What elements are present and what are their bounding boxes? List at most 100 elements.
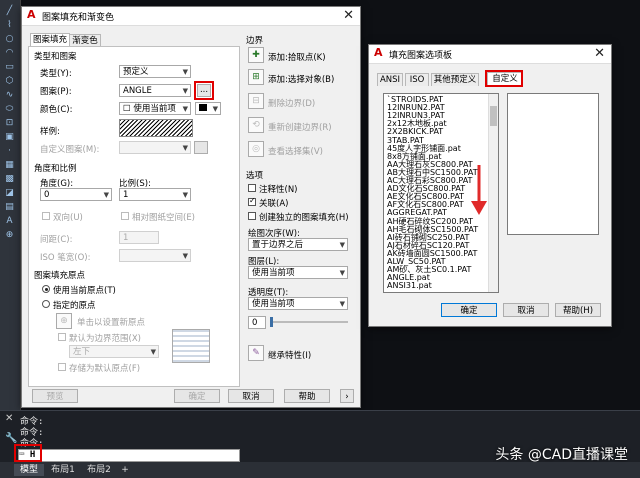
relative-paper-label: 相对图纸空间(E)	[132, 213, 196, 223]
pick-points-icon[interactable]: ✚	[248, 47, 264, 63]
store-default-checkbox[interactable]	[58, 363, 66, 371]
tab-layout1[interactable]: 布局1	[48, 464, 78, 476]
add-layout-button[interactable]: +	[118, 464, 132, 476]
pattern-swatch[interactable]	[119, 119, 193, 137]
spacing-input[interactable]: 1	[119, 231, 159, 244]
tab-model[interactable]: 模型	[14, 464, 44, 476]
inherit-icon[interactable]: ✎	[248, 345, 264, 361]
layer-select[interactable]: 使用当前项 ▼	[248, 266, 348, 279]
scroll-thumb[interactable]	[490, 106, 497, 126]
palette-cancel-button[interactable]: 取消	[503, 303, 549, 317]
ellipse-icon[interactable]: ⬭	[3, 104, 16, 115]
palette-help-button[interactable]: 帮助(H)	[555, 303, 601, 317]
group-type-pattern: 类型和图案	[34, 52, 77, 62]
view-selections-icon[interactable]: ◎	[248, 141, 264, 157]
ok-button[interactable]: 确定	[174, 389, 220, 403]
recreate-boundary-button[interactable]: 重新创建边界(R)	[268, 121, 332, 133]
associative-checkbox[interactable]: ✓	[248, 196, 256, 206]
separate-hatches-checkbox[interactable]	[248, 212, 256, 220]
arc-icon[interactable]: ◠	[3, 48, 16, 59]
select-objects-icon[interactable]: ⊞	[248, 69, 264, 85]
draw-order-select[interactable]: 置于边界之后 ▼	[248, 238, 348, 251]
extent-position-select[interactable]: 左下 ▼	[69, 345, 159, 358]
close-icon[interactable]: ✕	[594, 46, 605, 61]
use-current-origin-radio[interactable]	[42, 285, 50, 293]
group-origin: 图案填充原点	[34, 271, 86, 281]
spacing-value: 1	[123, 233, 129, 243]
expand-button[interactable]: ›	[340, 389, 354, 403]
relative-paper-checkbox[interactable]	[121, 212, 129, 220]
extent-position-value: 左下	[73, 347, 91, 357]
line-icon[interactable]: ╱	[3, 6, 16, 17]
close-icon[interactable]: ✕	[343, 8, 354, 23]
hatch-icon[interactable]: ▦	[3, 160, 16, 171]
remove-boundaries-button[interactable]: 删除边界(D)	[268, 97, 315, 109]
region-icon[interactable]: ◪	[3, 188, 16, 199]
help-button[interactable]: 帮助	[284, 389, 330, 403]
down-arrow-annotation	[471, 165, 487, 215]
point-icon[interactable]: ·	[3, 146, 16, 157]
cancel-button[interactable]: 取消	[228, 389, 274, 403]
type-select[interactable]: 预定义 ▼	[119, 65, 191, 78]
chevron-down-icon: ▼	[212, 105, 218, 113]
table-icon[interactable]: ▤	[3, 202, 16, 213]
specified-origin-radio[interactable]	[42, 300, 50, 308]
circle-icon[interactable]: ○	[3, 34, 16, 45]
inherit-properties-button[interactable]: 继承特性(I)	[268, 349, 311, 361]
autocad-logo-icon: A	[27, 8, 36, 21]
spline-icon[interactable]: ∿	[3, 90, 16, 101]
recreate-boundary-icon[interactable]: ⟲	[248, 117, 264, 133]
insert-icon[interactable]: ⊡	[3, 118, 16, 129]
tab-iso[interactable]: ISO	[405, 73, 429, 86]
block-icon[interactable]: ▣	[3, 132, 16, 143]
tab-other-predefined[interactable]: 其他预定义	[431, 73, 479, 86]
command-input[interactable]: ⌨ H	[18, 449, 240, 462]
pattern-palette-dialog: A 填充图案选项板 ✕ ANSI ISO 其他预定义 自定义 `STROIDS.…	[368, 44, 612, 327]
close-icon[interactable]: ✕	[5, 413, 13, 424]
color-select[interactable]: ☐ 使用当前项 ▼	[119, 102, 191, 115]
chevron-down-icon: ▼	[339, 241, 345, 249]
tab-layout2[interactable]: 布局2	[84, 464, 114, 476]
hatch-titlebar[interactable]: A 图案填充和渐变色 ✕	[22, 7, 360, 26]
text-icon[interactable]: A	[3, 216, 16, 227]
polygon-icon[interactable]: ⬡	[3, 76, 16, 87]
view-selections-button[interactable]: 查看选择集(V)	[268, 145, 323, 157]
scale-select[interactable]: 1 ▼	[119, 188, 191, 201]
double-checkbox[interactable]	[42, 212, 50, 220]
polyline-icon[interactable]: ⌇	[3, 20, 16, 31]
transparency-select[interactable]: 使用当前项 ▼	[248, 297, 348, 310]
palette-ok-button[interactable]: 确定	[441, 303, 497, 317]
bg-color-select[interactable]: ▼	[195, 102, 221, 115]
annotative-checkbox[interactable]	[248, 184, 256, 192]
preview-button[interactable]: 预览	[32, 389, 78, 403]
pattern-select[interactable]: ANGLE ▼	[119, 84, 191, 97]
add-pick-points-button[interactable]: 添加:拾取点(K)	[268, 51, 326, 63]
gradient-icon[interactable]: ▩	[3, 174, 16, 185]
palette-titlebar[interactable]: A 填充图案选项板 ✕	[369, 45, 611, 64]
add-selected-icon[interactable]: ⊕	[3, 230, 16, 241]
transparency-input[interactable]: 0	[248, 316, 266, 329]
highlight-browse	[194, 81, 214, 100]
pattern-label: 图案(P):	[40, 87, 72, 97]
color-checkbox-icon: ☐	[123, 104, 134, 114]
list-scrollbar[interactable]	[488, 94, 498, 292]
angle-select[interactable]: 0 ▼	[40, 188, 112, 201]
pattern-value: ANGLE	[123, 86, 152, 96]
pick-origin-icon[interactable]: ⊕	[56, 313, 72, 329]
transparency-slider[interactable]	[270, 317, 348, 327]
autocad-logo-icon: A	[374, 46, 383, 59]
add-select-objects-button[interactable]: 添加:选择对象(B)	[268, 73, 334, 85]
tab-ansi[interactable]: ANSI	[377, 73, 403, 86]
iso-pen-select[interactable]: ▼	[119, 249, 191, 262]
slider-thumb[interactable]	[270, 317, 273, 327]
remove-boundaries-icon[interactable]: ⊟	[248, 93, 264, 109]
type-label: 类型(Y):	[40, 69, 72, 79]
rectangle-icon[interactable]: ▭	[3, 62, 16, 73]
wrench-icon[interactable]: 🔧	[5, 433, 17, 444]
custom-browse-button[interactable]	[194, 141, 208, 154]
pattern-list-item[interactable]: ANSI31.pat	[387, 282, 432, 290]
tab-hatch[interactable]: 图案填充	[30, 33, 70, 47]
store-default-label: 存储为默认原点(F)	[69, 364, 141, 374]
default-extent-checkbox[interactable]	[58, 333, 66, 341]
custom-pattern-select[interactable]: ▼	[119, 141, 191, 154]
